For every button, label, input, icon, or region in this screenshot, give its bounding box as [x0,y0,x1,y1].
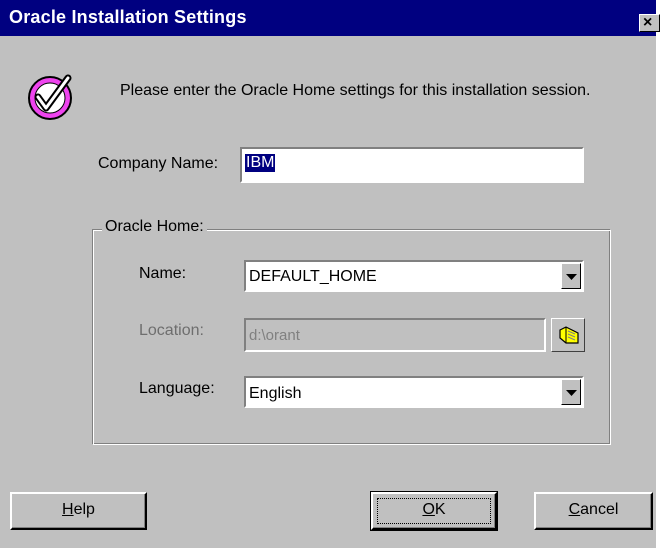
window-title: Oracle Installation Settings [9,7,247,27]
title-bar: Oracle Installation Settings [0,0,656,36]
browse-button[interactable] [551,318,585,352]
check-circle-icon [28,74,72,120]
location-label: Location: [139,322,204,339]
help-mnemonic: H [62,501,74,518]
cancel-label-rest: ancel [580,501,619,518]
intro-text: Please enter the Oracle Home settings fo… [120,82,591,99]
ok-button[interactable]: OK [370,491,498,531]
name-select-value: DEFAULT_HOME [249,268,377,285]
close-button[interactable]: × [639,14,660,32]
company-name-input[interactable]: IBM [240,147,584,183]
cancel-button[interactable]: Cancel [534,492,653,530]
language-dropdown-button[interactable] [561,379,581,405]
language-select[interactable]: English [244,376,584,408]
help-button[interactable]: Help [10,492,147,530]
language-label: Language: [139,380,215,397]
ok-label-rest: K [434,501,446,518]
oracle-settings-dialog: Oracle Installation Settings × Please en… [0,0,660,548]
name-dropdown-button[interactable] [561,263,581,289]
oracle-home-group-label: Oracle Home: [102,218,207,236]
folder-browse-icon [559,326,579,344]
location-value: d:\orant [249,327,300,344]
name-select[interactable]: DEFAULT_HOME [244,260,584,292]
help-label-rest: elp [73,501,95,518]
cancel-mnemonic: C [568,501,581,518]
chevron-down-icon [566,274,577,280]
chevron-down-icon [566,390,577,396]
ok-mnemonic: O [422,501,435,518]
name-label: Name: [139,265,187,282]
location-input: d:\orant [244,318,546,352]
language-select-value: English [249,385,302,402]
company-name-value: IBM [245,154,276,172]
company-name-label: Company Name: [98,155,219,172]
